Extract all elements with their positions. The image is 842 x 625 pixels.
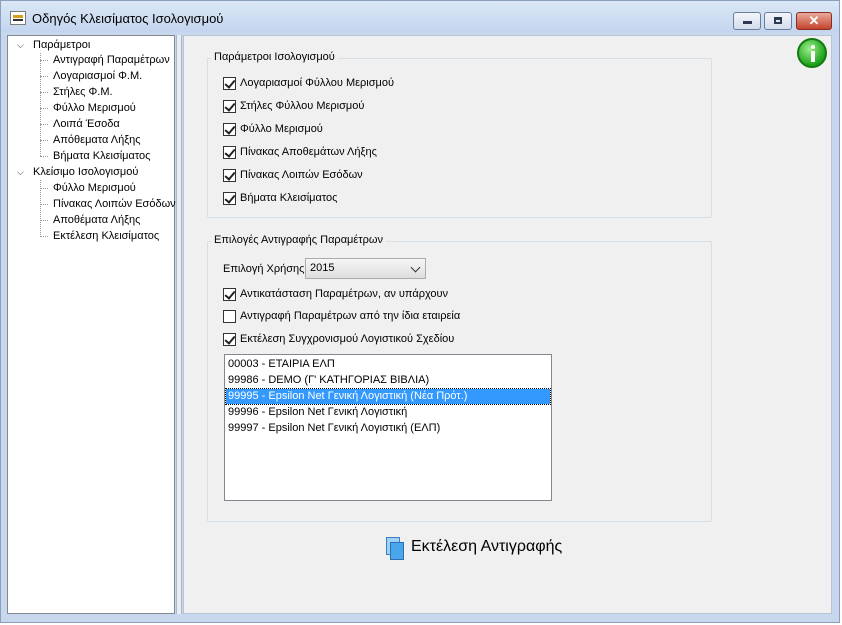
checkbox-label: Πίνακας Λοιπών Εσόδων [240,169,363,181]
checkbox-box[interactable] [223,146,236,159]
info-icon[interactable] [797,38,827,68]
balance-params-group-label: Παράμετροι Ισολογισμού [211,51,338,63]
maximize-icon [774,17,782,24]
checkbox-label: Λογαριασμοί Φύλλου Μερισμού [240,77,394,89]
list-item[interactable]: 99986 - DEMO (Γ' ΚΑΤΗΓΟΡΙΑΣ ΒΙΒΛΙΑ) [226,373,550,388]
expand-chevron-icon[interactable]: ⌵ [17,40,24,51]
window-title: Οδηγός Κλεισίματος Ισολογισμού [32,11,224,26]
tree-item-columns[interactable]: Στήλες Φ.Μ. [53,86,113,98]
close-button[interactable]: ✕ [796,12,832,30]
minimize-icon [743,21,752,24]
checkbox-label: Φύλλο Μερισμού [240,123,323,135]
navigation-tree: ⌵ Παράμετροι Αντιγραφή Παραμέτρων Λογαρι… [7,35,176,614]
checkbox-label: Βήματα Κλεισίματος [240,192,338,204]
list-item[interactable]: 99997 - Epsilon Net Γενική Λογιστική (ΕΛ… [226,421,550,436]
expand-chevron-icon[interactable]: ⌵ [17,167,24,178]
close-icon: ✕ [808,13,820,28]
checkbox-label: Πίνακας Αποθεμάτων Λήξης [240,146,377,158]
checkbox-box[interactable] [223,77,236,90]
tree-item-distribution-sheet[interactable]: Φύλλο Μερισμού [53,102,136,114]
checkbox-label: Εκτέλεση Συγχρονισμού Λογιστικού Σχεδίου [240,333,455,345]
checkbox-box[interactable] [223,100,236,113]
tree-item-copy-parameters[interactable]: Αντιγραφή Παραμέτρων [53,54,170,66]
year-select[interactable]: 2015 [305,258,426,279]
run-copy-label: Εκτέλεση Αντιγραφής [411,538,563,555]
tree-item-closing-steps[interactable]: Βήματα Κλεισίματος [53,150,150,162]
list-item[interactable]: 99996 - Epsilon Net Γενική Λογιστική [226,405,550,420]
tree-item-accounts[interactable]: Λογαριασμοί Φ.Μ. [53,70,142,82]
copy-documents-icon [384,537,404,560]
minimize-button[interactable] [733,12,761,30]
tree-item-distribution-sheet-2[interactable]: Φύλλο Μερισμού [53,182,136,194]
checkbox-box[interactable] [223,310,236,323]
tree-group-balance-closing[interactable]: Κλείσιμο Ισολογισμού [33,166,138,178]
year-value: 2015 [310,262,335,274]
maximize-button[interactable] [764,12,792,30]
tree-group-parameters[interactable]: Παράμετροι [33,39,90,51]
checkbox-label: Αντικατάσταση Παραμέτρων, αν υπάρχουν [240,288,449,300]
tree-item-run-closing[interactable]: Εκτέλεση Κλεισίματος [53,230,159,242]
chevron-down-icon [410,262,421,273]
year-label: Επιλογή Χρήσης [223,263,305,275]
panel-splitter[interactable] [176,35,182,614]
checkbox-label: Στήλες Φύλλου Μερισμού [240,100,365,112]
checkbox-box[interactable] [223,123,236,136]
list-item[interactable]: 00003 - ΕΤΑΙΡΙΑ ΕΛΠ [226,357,550,372]
checkbox-label: Αντιγραφή Παραμέτρων από την ίδια εταιρε… [240,310,461,322]
checkbox-box[interactable] [223,169,236,182]
list-item[interactable]: 99995 - Epsilon Net Γενική Λογιστική (Νέ… [225,388,551,405]
company-listbox[interactable]: 00003 - ΕΤΑΙΡΙΑ ΕΛΠ 99986 - DEMO (Γ' ΚΑΤ… [224,354,552,501]
app-icon [10,11,26,25]
tree-item-other-income[interactable]: Λοιπά Έσοδα [53,118,120,130]
checkbox-box[interactable] [223,333,236,346]
checkbox-box[interactable] [223,288,236,301]
tree-item-closing-inventory-2[interactable]: Αποθέματα Λήξης [53,214,140,226]
tree-item-closing-inventory[interactable]: Απόθεματα Λήξης [53,134,141,146]
copy-options-group-label: Επιλογές Αντιγραφής Παραμέτρων [211,234,386,246]
title-bar[interactable]: Οδηγός Κλεισίματος Ισολογισμού ✕ [1,1,839,32]
tree-item-other-income-table[interactable]: Πίνακας Λοιπών Εσόδων [53,198,176,210]
checkbox-box[interactable] [223,192,236,205]
